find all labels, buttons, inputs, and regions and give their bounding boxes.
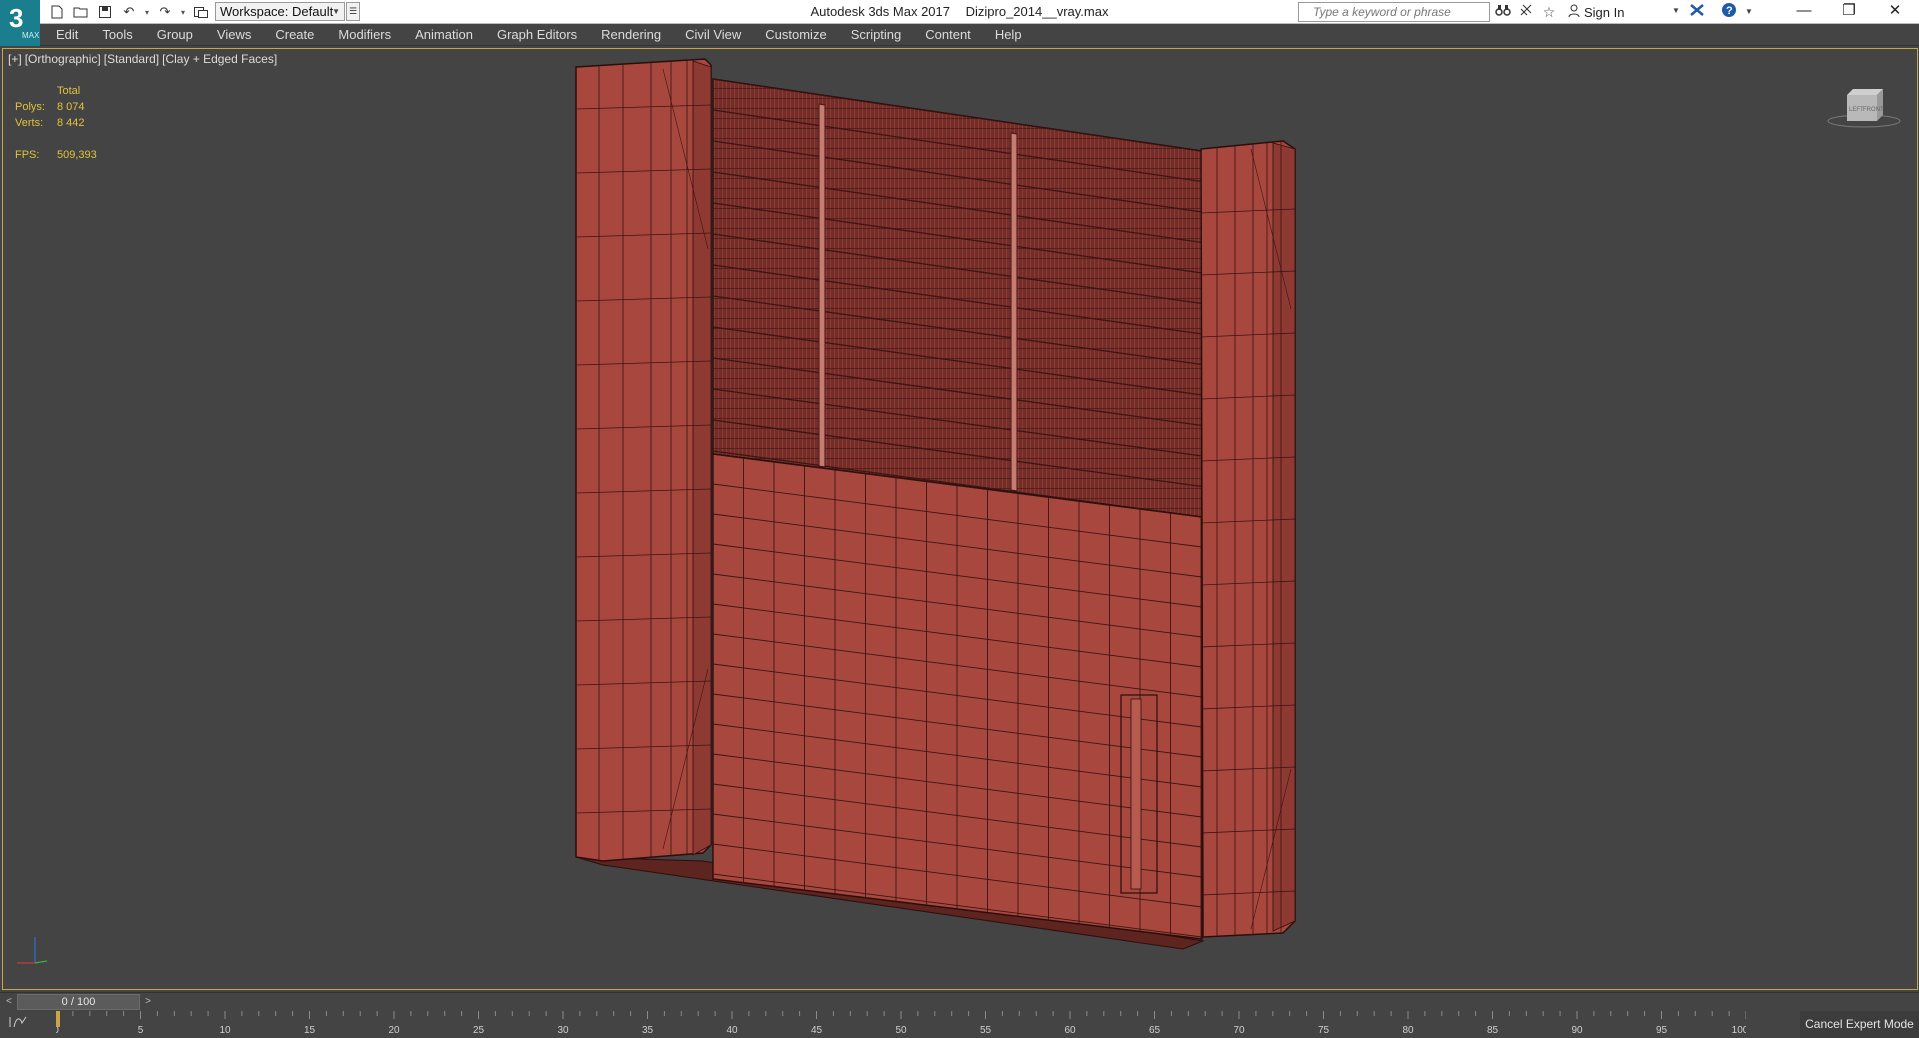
menu-views[interactable]: Views xyxy=(205,24,263,46)
menu-bar: Edit Tools Group Views Create Modifiers Animat… xyxy=(0,24,1919,46)
menu-edit[interactable]: Edit xyxy=(44,24,90,46)
ruler-tick-label: 100 xyxy=(1732,1025,1746,1036)
close-icon[interactable]: ✕ xyxy=(1872,0,1918,24)
cancel-expert-mode-button[interactable]: Cancel Expert Mode xyxy=(1800,1011,1919,1038)
ruler-tick-label: 65 xyxy=(1149,1025,1161,1036)
svg-text:?: ? xyxy=(1726,5,1733,17)
ruler-tick-label: 35 xyxy=(642,1025,654,1036)
ruler-tick-label: 95 xyxy=(1656,1025,1668,1036)
time-slider-bar: < 0 / 100 > xyxy=(0,992,1919,1010)
viewcube-front-label: FRONT xyxy=(1863,107,1884,113)
app-title: Autodesk 3ds Max 2017 xyxy=(810,4,950,19)
restore-icon[interactable]: ❐ xyxy=(1826,0,1872,24)
favorites-star-icon[interactable]: ☆ xyxy=(1538,2,1560,22)
user-icon xyxy=(1568,4,1580,20)
app-logo-icon[interactable]: 3 MAX xyxy=(0,0,40,46)
menu-help[interactable]: Help xyxy=(983,24,1034,46)
customize-toolbar-icon[interactable]: ☰ xyxy=(346,2,360,21)
lower-grid-panel xyxy=(712,453,1203,940)
viewcube-icon[interactable]: LEFT FRONT xyxy=(1827,81,1901,131)
search-input[interactable] xyxy=(1313,3,1488,21)
quick-access-toolbar: ↶ ▾ ↷ ▾ xyxy=(46,2,212,22)
help-icon[interactable]: ? xyxy=(1718,2,1740,22)
time-slider-next-icon[interactable]: > xyxy=(141,994,155,1010)
workspace-label: Workspace: Default xyxy=(220,4,334,19)
chevron-down-icon: ▼ xyxy=(332,7,340,16)
quilted-upper-panel xyxy=(712,78,1203,518)
left-side-panel xyxy=(575,58,712,862)
viewport-orthographic[interactable]: [+] [Orthographic] [Standard] [Clay + Ed… xyxy=(2,48,1918,990)
menu-animation[interactable]: Animation xyxy=(403,24,485,46)
current-frame-marker[interactable] xyxy=(56,1011,60,1027)
ruler-tick-label: 70 xyxy=(1233,1025,1245,1036)
minimize-icon[interactable]: — xyxy=(1781,0,1827,24)
exchange-apps-icon[interactable] xyxy=(1686,2,1708,22)
time-slider-prev-icon[interactable]: < xyxy=(2,994,16,1010)
track-bar: 0510152025303540455055606570758085909510… xyxy=(0,1011,1919,1038)
ruler-tick-label: 50 xyxy=(895,1025,907,1036)
frame-display: 0 / 100 xyxy=(61,996,96,1008)
menu-content[interactable]: Content xyxy=(913,24,983,46)
ruler-tick-label: 30 xyxy=(557,1025,569,1036)
svg-text:3: 3 xyxy=(9,3,23,33)
search-box xyxy=(1298,2,1490,22)
title-bar: 3 MAX ↶ ▾ ↷ ▾ Workspace: Default ▼ ☰ Aut… xyxy=(0,0,1919,46)
svg-text:MAX: MAX xyxy=(22,31,40,40)
menu-items: Edit Tools Group Views Create Modifiers Animat… xyxy=(44,24,1034,46)
ruler-tick-label: 60 xyxy=(1064,1025,1076,1036)
axis-tripod-icon xyxy=(17,937,48,964)
ruler-tick-label: 25 xyxy=(473,1025,485,1036)
time-slider[interactable]: 0 / 100 xyxy=(17,994,140,1010)
new-file-icon[interactable] xyxy=(46,2,68,22)
ruler-tick-label: 10 xyxy=(219,1025,231,1036)
ruler-tick-label: 90 xyxy=(1571,1025,1583,1036)
menu-create[interactable]: Create xyxy=(263,24,326,46)
menu-tools[interactable]: Tools xyxy=(90,24,144,46)
binoculars-icon[interactable] xyxy=(1492,2,1514,22)
ruler-tick-label: 80 xyxy=(1402,1025,1414,1036)
redo-dropdown-icon[interactable]: ▾ xyxy=(178,8,188,17)
undo-dropdown-icon[interactable]: ▾ xyxy=(142,8,152,17)
menu-customize[interactable]: Customize xyxy=(753,24,838,46)
right-side-panel xyxy=(1200,140,1296,938)
open-file-icon[interactable] xyxy=(70,2,92,22)
curve-editor-icon[interactable] xyxy=(8,1015,28,1032)
ruler-tick-label: 40 xyxy=(726,1025,738,1036)
workspace-dropdown[interactable]: Workspace: Default ▼ xyxy=(215,2,345,21)
menu-group[interactable]: Group xyxy=(145,24,205,46)
menu-scripting[interactable]: Scripting xyxy=(839,24,914,46)
ruler-tick-label: 15 xyxy=(304,1025,316,1036)
track-bar-ruler[interactable]: 0510152025303540455055606570758085909510… xyxy=(56,1011,1746,1038)
sign-in-label: Sign In xyxy=(1584,4,1625,20)
viewcube-left-label: LEFT xyxy=(1849,107,1864,113)
ruler-tick-label: 75 xyxy=(1318,1025,1330,1036)
save-file-icon[interactable] xyxy=(94,2,116,22)
ruler-tick-label: 45 xyxy=(811,1025,823,1036)
ruler-tick-label: 5 xyxy=(138,1025,144,1036)
undo-icon[interactable]: ↶ xyxy=(118,2,140,22)
menu-modifiers[interactable]: Modifiers xyxy=(326,24,403,46)
menu-graph-editors[interactable]: Graph Editors xyxy=(485,24,589,46)
file-name: Dizipro_2014__vray.max xyxy=(965,4,1109,19)
ruler-tick-label: 85 xyxy=(1487,1025,1499,1036)
redo-icon[interactable]: ↷ xyxy=(154,2,176,22)
sign-in-dropdown-icon[interactable]: ▼ xyxy=(1672,6,1680,15)
ruler-tick-label: 55 xyxy=(980,1025,992,1036)
project-folder-icon[interactable] xyxy=(190,2,212,22)
menu-civil-view[interactable]: Civil View xyxy=(673,24,753,46)
wall-panel-model[interactable] xyxy=(3,49,1917,989)
ruler-tick-label: 20 xyxy=(388,1025,400,1036)
communication-center-icon[interactable] xyxy=(1515,2,1537,22)
menu-rendering[interactable]: Rendering xyxy=(589,24,673,46)
help-dropdown-icon[interactable]: ▼ xyxy=(1738,2,1760,22)
sign-in-button[interactable]: Sign In xyxy=(1568,4,1624,20)
